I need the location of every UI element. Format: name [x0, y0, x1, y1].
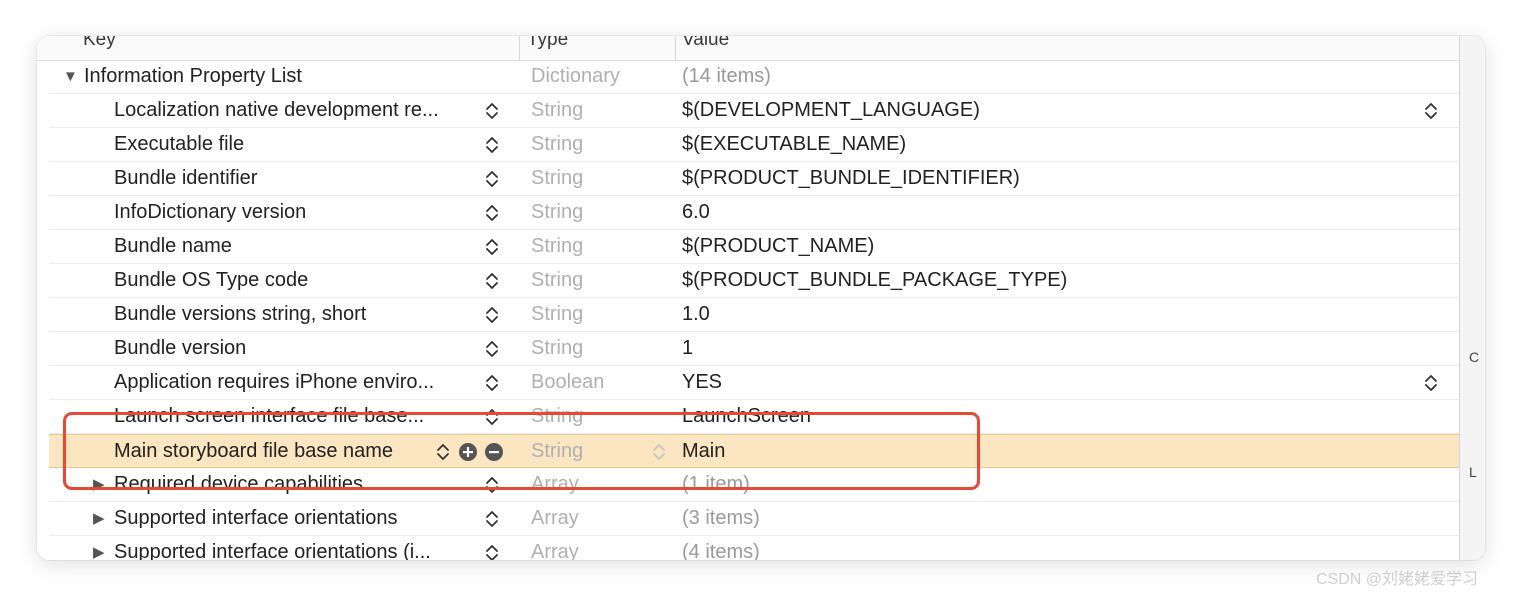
stepper-icon[interactable]: [484, 474, 500, 496]
row-key[interactable]: Main storyboard file base name: [114, 435, 434, 469]
disclosure-open-icon[interactable]: ▼: [63, 60, 78, 94]
row-value[interactable]: $(DEVELOPMENT_LANGUAGE): [682, 94, 1382, 128]
row-value: (4 items): [682, 541, 760, 560]
table-row[interactable]: InfoDictionary version String 6.0: [49, 196, 1459, 230]
row-type: Array: [531, 507, 579, 529]
stepper-icon[interactable]: [484, 338, 500, 360]
row-value: (14 items): [682, 65, 771, 87]
inspector-label-c: C: [1469, 349, 1480, 365]
stepper-icon[interactable]: [484, 372, 500, 394]
row-key: Bundle versions string, short: [114, 303, 367, 325]
column-separator[interactable]: [675, 36, 676, 60]
stepper-icon[interactable]: [484, 304, 500, 326]
row-type: String: [531, 269, 584, 291]
row-type: String: [531, 235, 584, 257]
row-type: String: [531, 440, 584, 462]
row-value[interactable]: $(EXECUTABLE_NAME): [682, 128, 1382, 162]
watermark: CSDN @刘姥姥爱学习: [1316, 571, 1479, 588]
table-row[interactable]: Launch screen interface file base... Str…: [49, 400, 1459, 434]
row-type: Boolean: [531, 371, 605, 393]
stepper-icon[interactable]: [484, 236, 500, 258]
plist-editor-window: Key Type Value ▼ Information Property Li…: [37, 36, 1485, 560]
property-list-rows: ▼ Information Property List Dictionary (…: [49, 60, 1459, 560]
table-row[interactable]: Application requires iPhone enviro... Bo…: [49, 366, 1459, 400]
row-key: Required device capabilities: [114, 473, 364, 495]
row-value[interactable]: $(PRODUCT_BUNDLE_PACKAGE_TYPE): [682, 264, 1382, 298]
value-stepper-icon[interactable]: [1423, 372, 1439, 394]
row-key: Localization native development re...: [114, 99, 439, 121]
stepper-icon[interactable]: [484, 202, 500, 224]
row-type: String: [531, 99, 584, 121]
column-header-key[interactable]: Key: [83, 36, 116, 60]
value-stepper-icon[interactable]: [1423, 100, 1439, 122]
row-type: Dictionary: [531, 65, 620, 87]
table-row[interactable]: Bundle identifier String $(PRODUCT_BUNDL…: [49, 162, 1459, 196]
stepper-icon[interactable]: [484, 168, 500, 190]
row-type: String: [531, 337, 584, 359]
row-type: Array: [531, 541, 579, 560]
row-value: (3 items): [682, 507, 760, 529]
table-row[interactable]: ▶ Required device capabilities Array (1 …: [49, 468, 1459, 502]
row-key: Bundle OS Type code: [114, 269, 309, 291]
row-key: InfoDictionary version: [114, 201, 307, 223]
row-key: Bundle identifier: [114, 167, 258, 189]
row-value[interactable]: LaunchScreen: [682, 400, 1382, 434]
disclosure-closed-icon[interactable]: ▶: [93, 536, 105, 560]
inspector-strip: C L: [1460, 36, 1485, 560]
stepper-icon[interactable]: [484, 270, 500, 292]
column-header-type[interactable]: Type: [527, 36, 568, 60]
stepper-icon[interactable]: [484, 134, 500, 156]
table-row[interactable]: Localization native development re... St…: [49, 94, 1459, 128]
row-type: String: [531, 167, 584, 189]
inspector-label-l: L: [1469, 464, 1477, 480]
table-row[interactable]: Bundle version String 1: [49, 332, 1459, 366]
row-key: Executable file: [114, 133, 245, 155]
row-value[interactable]: 1.0: [682, 298, 1382, 332]
add-row-icon[interactable]: [459, 443, 477, 461]
stepper-icon[interactable]: [435, 441, 451, 463]
table-row[interactable]: Bundle name String $(PRODUCT_NAME): [49, 230, 1459, 264]
table-row[interactable]: ▶ Supported interface orientations Array…: [49, 502, 1459, 536]
table-row[interactable]: Executable file String $(EXECUTABLE_NAME…: [49, 128, 1459, 162]
disclosure-closed-icon[interactable]: ▶: [93, 502, 105, 536]
row-type: String: [531, 201, 584, 223]
stepper-icon[interactable]: [484, 542, 500, 560]
row-key: Launch screen interface file base...: [114, 405, 425, 427]
row-type: String: [531, 303, 584, 325]
row-key: Supported interface orientations (i...: [114, 541, 431, 560]
table-row[interactable]: ▶ Supported interface orientations (i...…: [49, 536, 1459, 560]
table-row[interactable]: Bundle OS Type code String $(PRODUCT_BUN…: [49, 264, 1459, 298]
row-key: Information Property List: [84, 65, 302, 87]
stepper-icon[interactable]: [484, 508, 500, 530]
row-key: Application requires iPhone enviro...: [114, 371, 435, 393]
stepper-icon[interactable]: [484, 100, 500, 122]
row-value[interactable]: Main: [682, 435, 1382, 469]
table-row-selected[interactable]: Main storyboard file base name String Ma…: [49, 434, 1459, 468]
table-row[interactable]: ▼ Information Property List Dictionary (…: [49, 60, 1459, 94]
row-key: Bundle name: [114, 235, 232, 257]
stepper-icon[interactable]: [484, 406, 500, 428]
row-key: Bundle version: [114, 337, 247, 359]
row-value[interactable]: $(PRODUCT_NAME): [682, 230, 1382, 264]
disclosure-closed-icon[interactable]: ▶: [93, 468, 105, 502]
remove-row-icon[interactable]: [485, 443, 503, 461]
row-value[interactable]: YES: [682, 366, 1382, 400]
type-stepper-icon[interactable]: [651, 441, 667, 463]
row-value[interactable]: $(PRODUCT_BUNDLE_IDENTIFIER): [682, 162, 1382, 196]
row-type: String: [531, 133, 584, 155]
row-type: Array: [531, 473, 579, 495]
row-type: String: [531, 405, 584, 427]
table-row[interactable]: Bundle versions string, short String 1.0: [49, 298, 1459, 332]
column-header: Key Type Value: [37, 36, 1459, 61]
row-value[interactable]: 1: [682, 332, 1382, 366]
row-value[interactable]: 6.0: [682, 196, 1382, 230]
column-separator[interactable]: [519, 36, 520, 60]
row-value: (1 item): [682, 473, 750, 495]
column-header-value[interactable]: Value: [682, 36, 729, 60]
row-key: Supported interface orientations: [114, 507, 398, 529]
